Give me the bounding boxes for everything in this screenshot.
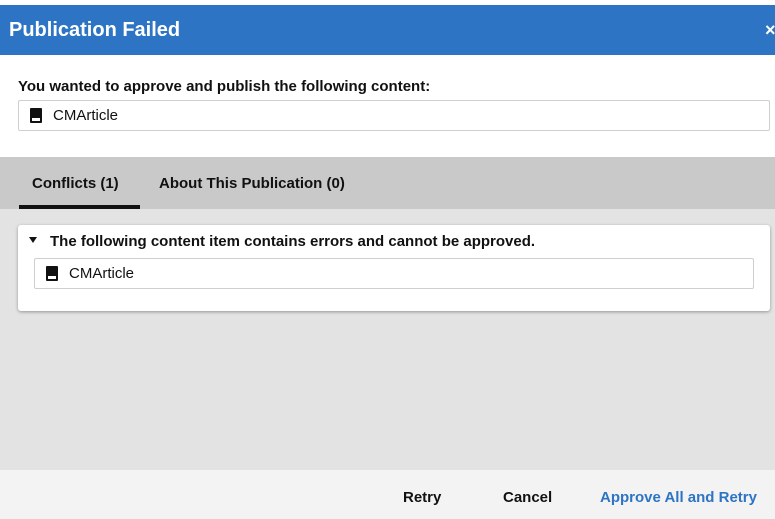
document-icon (46, 266, 58, 281)
dialog-title: Publication Failed (9, 19, 181, 41)
publish-item-label: CMArticle (53, 106, 119, 124)
retry-button[interactable]: Retry (403, 488, 441, 508)
tab-about-this-publication[interactable]: About This Publication (0) (159, 157, 379, 209)
conflict-group-heading[interactable]: The following content item contains erro… (50, 232, 535, 252)
conflict-item-field[interactable]: CMArticle (34, 258, 754, 289)
dialog-header: Publication Failed × (0, 5, 775, 55)
conflict-item-label: CMArticle (69, 264, 135, 282)
tab-conflicts[interactable]: Conflicts (1) (19, 157, 140, 209)
publish-prompt: You wanted to approve and publish the fo… (18, 78, 431, 95)
close-icon[interactable]: × (765, 19, 775, 41)
conflict-group-card: The following content item contains erro… (18, 225, 770, 311)
cancel-button[interactable]: Cancel (503, 488, 552, 508)
publish-item-field: CMArticle (18, 100, 770, 131)
dialog-footer: Retry Cancel Approve All and Retry (0, 470, 775, 519)
tab-bar: Conflicts (1) About This Publication (0) (0, 157, 775, 209)
tabs-panel: Conflicts (1) About This Publication (0)… (0, 157, 775, 470)
document-icon (30, 108, 42, 123)
caret-down-icon[interactable] (29, 237, 37, 243)
approve-all-and-retry-button[interactable]: Approve All and Retry (600, 488, 757, 508)
